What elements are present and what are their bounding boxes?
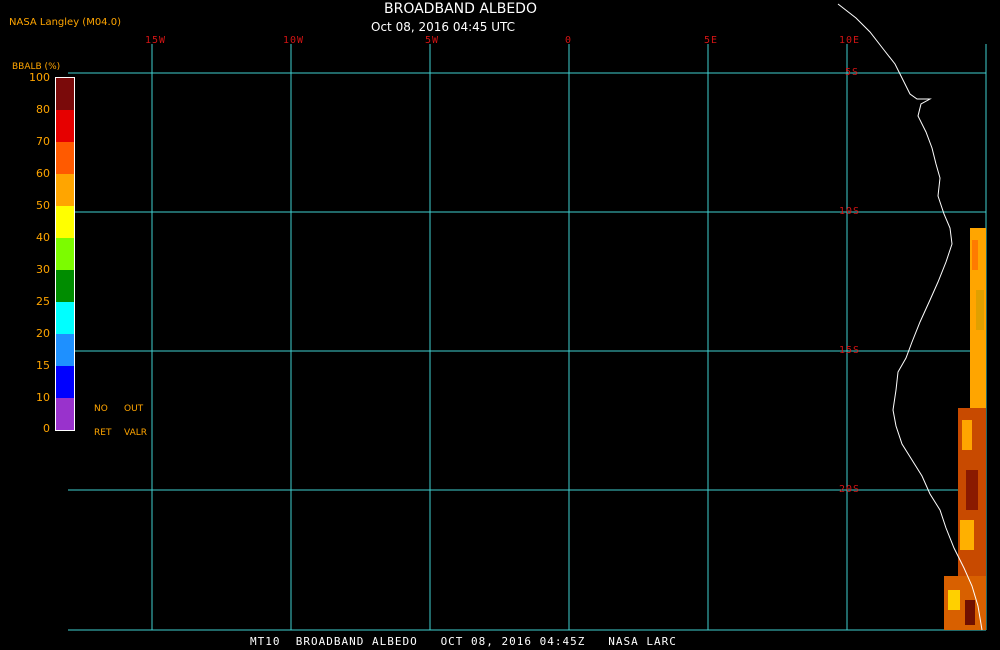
legend-tick: 40 [36, 231, 50, 244]
lat-label: 10S [839, 206, 861, 217]
lon-label: 5W [425, 35, 440, 46]
legend-swatch [56, 238, 74, 270]
legend-swatch [56, 398, 74, 430]
lat-label: 5S [845, 67, 860, 78]
legend-swatch [56, 110, 74, 142]
legend-tick: 50 [36, 199, 50, 212]
legend-swatch [56, 142, 74, 174]
graticule [68, 44, 987, 631]
legend-swatch [56, 78, 74, 110]
legend-swatch [56, 334, 74, 366]
legend-tick: 20 [36, 327, 50, 340]
legend-tick: 100 [29, 71, 50, 84]
legend-swatch [56, 206, 74, 238]
legend-swatch [56, 174, 74, 206]
legend-tick: 25 [36, 295, 50, 308]
legend-tick: 15 [36, 359, 50, 372]
legend-no-label: NO [94, 404, 108, 414]
lat-label: 20S [839, 484, 861, 495]
legend-tick: 80 [36, 103, 50, 116]
lon-label: 15W [145, 35, 167, 46]
legend-out-label: OUT [124, 404, 144, 414]
footer-caption: MT10 BROADBAND ALBEDO OCT 08, 2016 04:45… [250, 635, 677, 648]
lon-label: 10E [839, 35, 861, 46]
lon-label: 10W [283, 35, 305, 46]
lon-label: 5E [704, 35, 719, 46]
lon-label: 0 [565, 35, 573, 46]
legend-tick: 60 [36, 167, 50, 180]
legend-swatch [56, 366, 74, 398]
lat-label: 15S [839, 345, 861, 356]
legend-tick: 70 [36, 135, 50, 148]
legend-colorbar [55, 77, 75, 431]
legend-tick: 30 [36, 263, 50, 276]
legend-swatch [56, 302, 74, 334]
legend-valr-label: VALR [124, 428, 148, 438]
legend-tick: 10 [36, 391, 50, 404]
map-canvas [55, 3, 987, 631]
legend-tick: 0 [43, 422, 50, 435]
legend-swatch [56, 270, 74, 302]
legend-ret-label: RET [94, 428, 112, 438]
